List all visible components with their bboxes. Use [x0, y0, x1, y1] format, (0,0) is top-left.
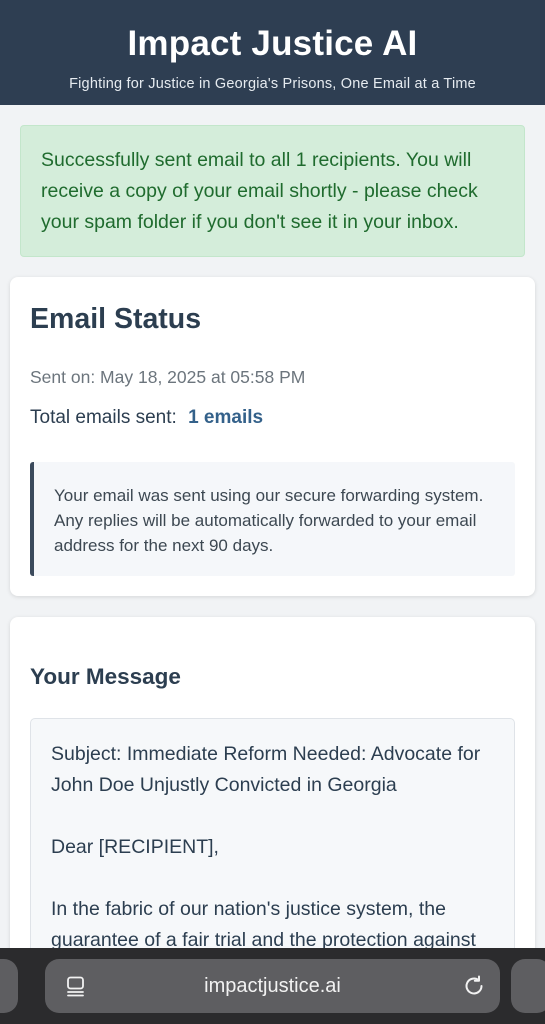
- browser-toolbar: impactjustice.ai: [0, 948, 545, 1024]
- site-title: Impact Justice AI: [127, 24, 418, 63]
- url-text: impactjustice.ai: [204, 975, 341, 997]
- success-alert: Successfully sent email to all 1 recipie…: [20, 125, 525, 257]
- email-status-card: Email Status Sent on: May 18, 2025 at 05…: [10, 277, 535, 596]
- total-emails-row: Total emails sent: 1 emails: [30, 407, 263, 429]
- total-emails-label: Total emails sent:: [30, 407, 177, 428]
- previous-tab-preview[interactable]: [0, 959, 18, 1013]
- address-bar[interactable]: impactjustice.ai: [45, 959, 500, 1013]
- site-subtitle: Fighting for Justice in Georgia's Prison…: [69, 76, 476, 92]
- forwarding-note: Your email was sent using our secure for…: [30, 462, 515, 576]
- email-status-heading: Email Status: [30, 303, 202, 335]
- message-paragraph: In the fabric of our nation's justice sy…: [51, 898, 476, 951]
- reload-icon[interactable]: [462, 974, 486, 998]
- your-message-heading: Your Message: [30, 664, 181, 689]
- site-header: Impact Justice AI Fighting for Justice i…: [0, 0, 545, 105]
- total-emails-count: 1 emails: [188, 407, 264, 428]
- next-tab-preview[interactable]: [511, 959, 545, 1013]
- message-subject: Subject: Immediate Reform Needed: Advoca…: [51, 743, 481, 796]
- message-greeting: Dear [RECIPIENT],: [51, 836, 219, 858]
- sent-on-timestamp: Sent on: May 18, 2025 at 05:58 PM: [30, 367, 306, 387]
